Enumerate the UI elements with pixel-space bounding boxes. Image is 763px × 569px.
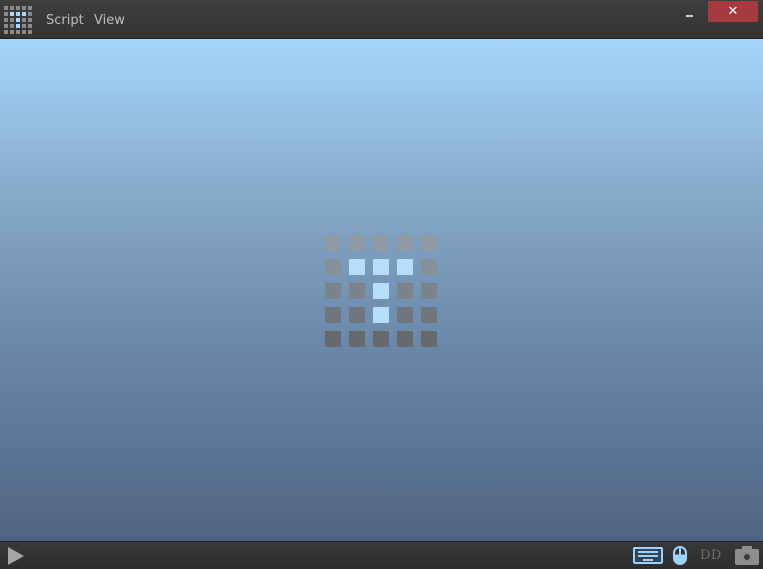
loading-grid-icon (325, 235, 437, 347)
menu-script[interactable]: Script (46, 13, 84, 28)
menu-view[interactable]: View (94, 13, 125, 28)
camera-icon[interactable] (735, 546, 759, 565)
mouse-icon[interactable] (673, 546, 687, 565)
status-bar: DD (0, 541, 763, 569)
app-logo-icon[interactable] (4, 6, 32, 34)
minimize-button[interactable] (674, 2, 704, 22)
dd-indicator[interactable]: DD (700, 548, 722, 563)
minimize-icon (686, 15, 693, 17)
title-bar: Script View ✕ (0, 0, 763, 39)
keyboard-icon[interactable] (633, 547, 663, 564)
main-canvas[interactable] (0, 39, 763, 541)
close-button[interactable]: ✕ (708, 1, 758, 22)
app-window: Script View ✕ DD (0, 0, 763, 569)
play-icon[interactable] (8, 547, 24, 565)
